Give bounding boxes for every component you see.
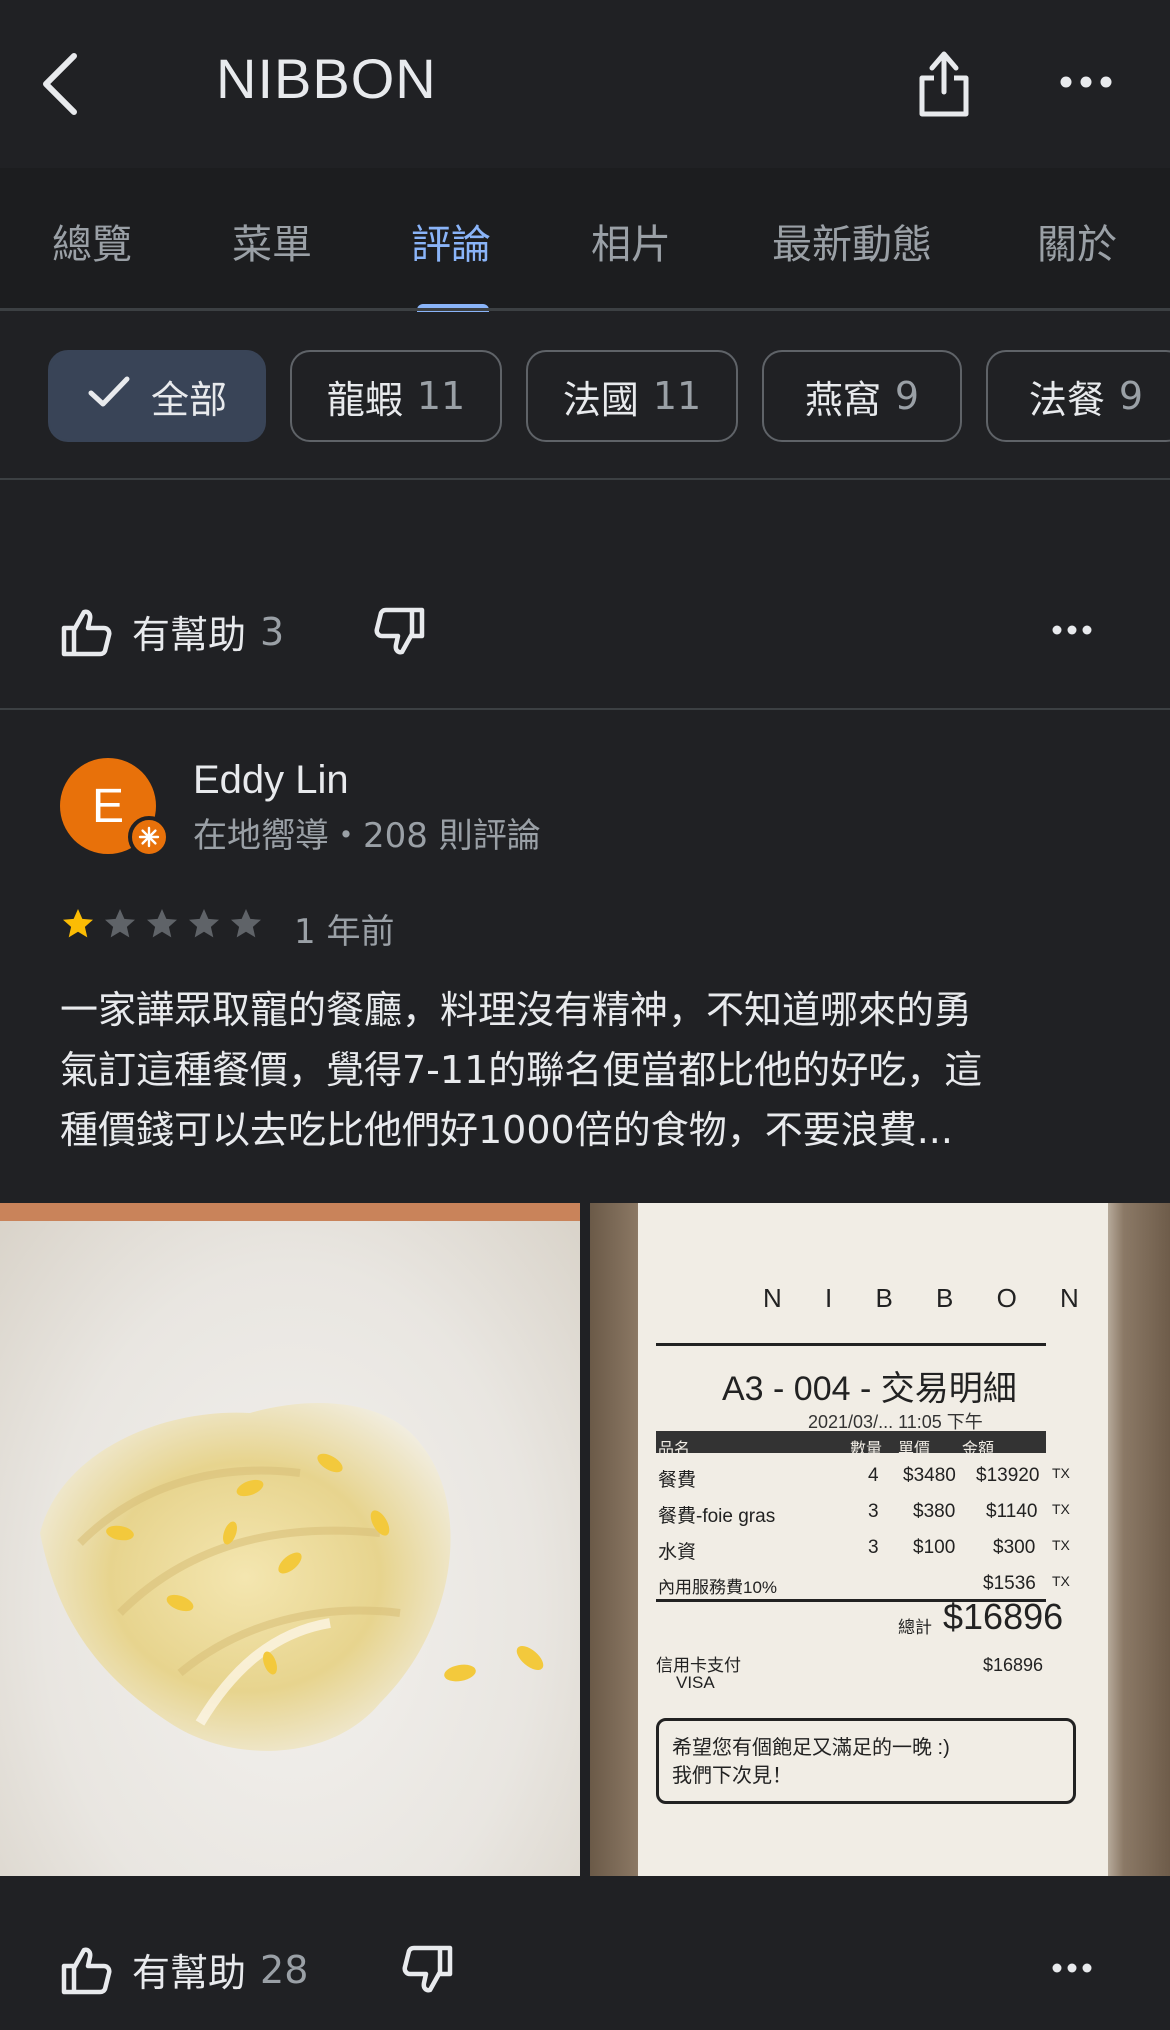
- receipt-header: 品名 數量 單價 金額: [658, 1441, 995, 1458]
- back-arrow-icon: [43, 53, 77, 115]
- review-photo-receipt[interactable]: N I B B O N A3 - 004 - 交易明細 2021/03/... …: [590, 1203, 1170, 1876]
- divider: [0, 308, 1170, 311]
- receipt-amount: $1536: [983, 1573, 1036, 1594]
- thumb-up-icon: [61, 609, 112, 656]
- receipt-item: 餐費: [658, 1470, 697, 1491]
- chip-all[interactable]: 全部: [48, 350, 266, 442]
- receipt-message: 希望您有個飽足又滿足的一晚 :): [672, 1737, 950, 1759]
- receipt-qty: 4: [868, 1465, 879, 1486]
- chip-label: 燕窩: [804, 377, 881, 422]
- receipt-total: $16896: [943, 1596, 1064, 1637]
- receipt-total-label: 總計: [898, 1618, 932, 1637]
- receipt-price: $100: [913, 1537, 956, 1558]
- more-horizontal-icon: [1052, 1963, 1092, 1973]
- chip-french-cuisine[interactable]: 法餐 9: [986, 350, 1170, 442]
- receipt-amount: $13920: [976, 1465, 1040, 1486]
- receipt-item: 水資: [658, 1542, 697, 1563]
- receipt-tax: TX: [1052, 1465, 1070, 1481]
- more-options-button[interactable]: [1052, 620, 1092, 640]
- thumb-down-icon: [374, 607, 425, 655]
- review-text[interactable]: 一家譁眾取寵的餐廳，料理沒有精神，不知道哪來的勇 氣訂這種餐價，覺得7-11的聯…: [60, 980, 1120, 1160]
- divider: [656, 1343, 1046, 1346]
- chip-count: 11: [416, 374, 466, 418]
- review-date: 1 年前: [294, 912, 395, 952]
- chip-birds-nest[interactable]: 燕窩 9: [762, 350, 962, 442]
- tab-menu[interactable]: 菜單: [232, 212, 312, 270]
- reviewer-name[interactable]: Eddy Lin: [193, 758, 349, 803]
- chip-label: 龍蝦: [326, 377, 403, 422]
- thumb-up-icon: [61, 1947, 112, 1994]
- receipt-tax: TX: [1052, 1573, 1070, 1589]
- chip-count: 11: [652, 374, 702, 418]
- helpful-count: 3: [260, 609, 285, 654]
- tab-about[interactable]: 關於: [1037, 212, 1117, 270]
- review-actions: 有幫助 28: [0, 1928, 1170, 2018]
- review-text-line: 氣訂這種餐價，覺得7-11的聯名便當都比他的好吃，這: [60, 1048, 983, 1092]
- receipt-amount: $1140: [986, 1501, 1038, 1522]
- chip-label: 法餐: [1028, 377, 1105, 422]
- chip-label: 全部: [150, 377, 227, 422]
- star-rating: [60, 906, 270, 942]
- receipt-message: 我們下次見！: [672, 1765, 792, 1787]
- receipt-item: 內用服務費10%: [658, 1578, 778, 1597]
- receipt-paid-amount: $16896: [983, 1655, 1044, 1675]
- check-icon: [87, 374, 131, 418]
- tab-overview[interactable]: 總覽: [52, 212, 132, 270]
- not-helpful-button[interactable]: [374, 606, 434, 666]
- more-horizontal-icon: [1052, 625, 1092, 635]
- review-text-line: 一家譁眾取寵的餐廳，料理沒有精神，不知道哪來的勇: [60, 988, 973, 1032]
- tab-bar: 總覽 菜單 評論 相片 最新動態 關於: [0, 168, 1170, 310]
- more-horizontal-icon: [1060, 76, 1112, 88]
- dish-illustration: [0, 1203, 580, 1751]
- receipt-brand: N I B B O N: [763, 1283, 1097, 1313]
- tab-photos[interactable]: 相片: [591, 212, 671, 270]
- back-button[interactable]: [40, 48, 100, 120]
- helpful-button[interactable]: 有幫助 28: [60, 1942, 308, 1997]
- star-empty-icon: [105, 909, 135, 938]
- helpful-label: 有幫助: [132, 613, 247, 657]
- helpful-label: 有幫助: [132, 1951, 247, 1995]
- page-title: NIBBON: [216, 47, 437, 110]
- tab-reviews[interactable]: 評論: [411, 212, 491, 270]
- chip-count: 9: [1118, 374, 1144, 418]
- receipt-tax: TX: [1052, 1537, 1070, 1553]
- more-options-button[interactable]: [1056, 62, 1116, 102]
- receipt-tax: TX: [1052, 1501, 1070, 1517]
- divider: [0, 708, 1170, 710]
- receipt-title: A3 - 004 - 交易明細: [722, 1370, 1017, 1408]
- chip-label: 法國: [562, 377, 639, 422]
- previous-review-actions: 有幫助 3: [0, 590, 1170, 680]
- chip-lobster[interactable]: 龍蝦 11: [290, 350, 502, 442]
- chip-count: 9: [894, 374, 920, 418]
- app-bar: NIBBON: [0, 0, 1170, 168]
- review-photo-dish[interactable]: [0, 1203, 580, 1876]
- local-guide-badge: [128, 816, 170, 858]
- receipt: N I B B O N A3 - 004 - 交易明細 2021/03/... …: [638, 1203, 1108, 1876]
- receipt-item: 餐費-foie gras: [658, 1506, 776, 1527]
- thumb-down-icon: [402, 1945, 453, 1993]
- receipt-qty: 3: [868, 1537, 879, 1558]
- tab-updates[interactable]: 最新動態: [772, 212, 932, 270]
- receipt-card: VISA: [676, 1673, 715, 1692]
- more-options-button[interactable]: [1052, 1958, 1092, 1978]
- share-button[interactable]: [916, 48, 976, 120]
- divider: [0, 478, 1170, 480]
- receipt-qty: 3: [868, 1501, 879, 1522]
- receipt-amount: $300: [993, 1537, 1036, 1558]
- reviewer-meta: 在地嚮導・208 則評論: [193, 816, 541, 856]
- not-helpful-button[interactable]: [402, 1944, 462, 2004]
- star-empty-icon: [147, 909, 177, 938]
- star-empty-icon: [189, 909, 219, 938]
- receipt-price: $3480: [903, 1465, 956, 1486]
- star-burst-icon: [138, 826, 160, 848]
- receipt-price: $380: [913, 1501, 956, 1522]
- helpful-count: 28: [260, 1947, 309, 1992]
- star-empty-icon: [231, 909, 261, 938]
- helpful-button[interactable]: 有幫助 3: [60, 604, 284, 659]
- review-text-line: 種價錢可以去吃比他們好1000倍的食物，不要浪費...: [60, 1108, 953, 1152]
- chip-france[interactable]: 法國 11: [526, 350, 738, 442]
- share-icon: [919, 51, 969, 117]
- star-filled-icon: [63, 909, 93, 938]
